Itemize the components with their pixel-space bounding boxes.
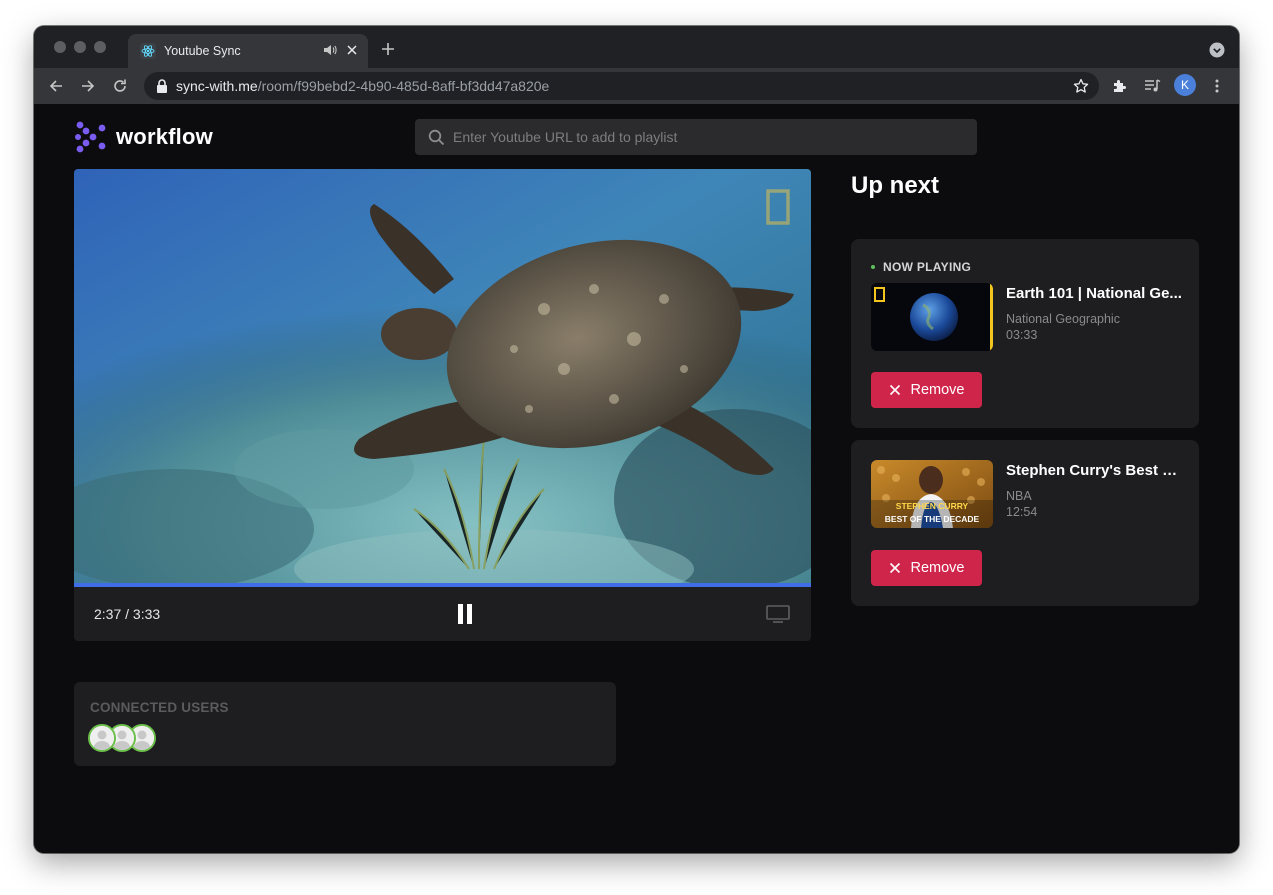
forward-icon[interactable] <box>79 77 97 95</box>
thumbnail-text-1: STEPHEN CURRY <box>896 501 969 511</box>
user-icon <box>90 726 114 750</box>
video-duration: 12:54 <box>1006 505 1038 519</box>
video-channel: National Geographic <box>1006 312 1120 326</box>
screen-mode-icon[interactable] <box>766 605 790 623</box>
lock-icon[interactable] <box>156 79 168 93</box>
playback-time: 2:37 / 3:33 <box>94 606 161 622</box>
remove-button[interactable]: Remove <box>871 372 982 408</box>
url-text: sync-with.me/room/f99bebd2-4b90-485d-8af… <box>176 78 549 94</box>
reload-icon[interactable] <box>111 77 129 95</box>
video-title[interactable]: Stephen Curry's Best Pl... <box>1006 462 1186 479</box>
now-playing-dot-icon <box>871 264 875 269</box>
url-path: /room/f99bebd2-4b90-485d-8aff-bf3dd47a82… <box>257 78 550 94</box>
video-channel: NBA <box>1006 489 1032 503</box>
address-bar[interactable]: sync-with.me/room/f99bebd2-4b90-485d-8af… <box>144 72 1099 100</box>
remove-button[interactable]: Remove <box>871 550 982 586</box>
youtube-url-input[interactable] <box>453 119 963 155</box>
close-window-icon[interactable] <box>54 41 66 53</box>
close-icon <box>889 562 900 574</box>
progress-bar[interactable] <box>74 583 811 587</box>
pause-button[interactable] <box>456 602 476 626</box>
logo-text: workflow <box>116 124 213 149</box>
media-queue-icon[interactable] <box>1143 77 1161 95</box>
video-thumbnail[interactable] <box>871 283 993 351</box>
tab-search-icon[interactable] <box>1209 42 1225 58</box>
playlist-item: STEPHEN CURRY BEST OF THE DECADE Stephen… <box>851 440 1199 606</box>
now-playing-label: NOW PLAYING <box>871 260 971 274</box>
video-thumbnail[interactable]: STEPHEN CURRY BEST OF THE DECADE <box>871 460 993 528</box>
video-title[interactable]: Earth 101 | National Ge... <box>1006 285 1186 302</box>
tab-title: Youtube Sync <box>164 44 241 58</box>
search-icon <box>428 129 445 146</box>
browser-tab[interactable]: Youtube Sync <box>128 34 368 68</box>
browser-window: Youtube Sync sync-with.me/room/f99bebd2-… <box>34 26 1239 853</box>
new-tab-icon[interactable] <box>379 40 397 58</box>
connected-users-title: CONNECTED USERS <box>90 700 229 715</box>
connected-users-panel: CONNECTED USERS <box>74 682 616 766</box>
minimize-window-icon[interactable] <box>74 41 86 53</box>
url-host: sync-with.me <box>176 78 258 94</box>
extensions-puzzle-icon[interactable] <box>1111 77 1129 95</box>
playlist-item-now-playing: NOW PLAYING Earth 101 | National Ge... N… <box>851 239 1199 428</box>
video-frame[interactable] <box>74 169 811 583</box>
video-duration: 03:33 <box>1006 328 1038 342</box>
up-next-heading: Up next <box>851 172 940 199</box>
more-menu-icon[interactable] <box>1208 77 1226 95</box>
user-avatars <box>88 724 168 752</box>
url-search-bar[interactable] <box>415 119 977 155</box>
page-content: workflow Enter Youtube URL to add to pla… <box>34 104 1239 853</box>
maximize-window-icon[interactable] <box>94 41 106 53</box>
app-logo[interactable]: workflow <box>74 120 213 154</box>
close-tab-icon[interactable] <box>344 42 360 58</box>
workflow-logo-icon <box>75 121 106 153</box>
back-icon[interactable] <box>47 77 65 95</box>
thumbnail-text-2: BEST OF THE DECADE <box>885 514 980 524</box>
close-icon <box>889 384 900 396</box>
user-avatar[interactable] <box>88 724 116 752</box>
video-player[interactable]: 2:37 / 3:33 <box>74 169 811 641</box>
browser-toolbar: sync-with.me/room/f99bebd2-4b90-485d-8af… <box>34 68 1239 104</box>
bookmark-star-icon[interactable] <box>1073 78 1089 94</box>
progress-fill <box>74 583 811 587</box>
audio-playing-icon[interactable] <box>322 42 338 58</box>
profile-avatar[interactable]: K <box>1174 74 1196 96</box>
tab-strip: Youtube Sync <box>34 26 1239 68</box>
react-favicon-icon <box>140 43 156 59</box>
